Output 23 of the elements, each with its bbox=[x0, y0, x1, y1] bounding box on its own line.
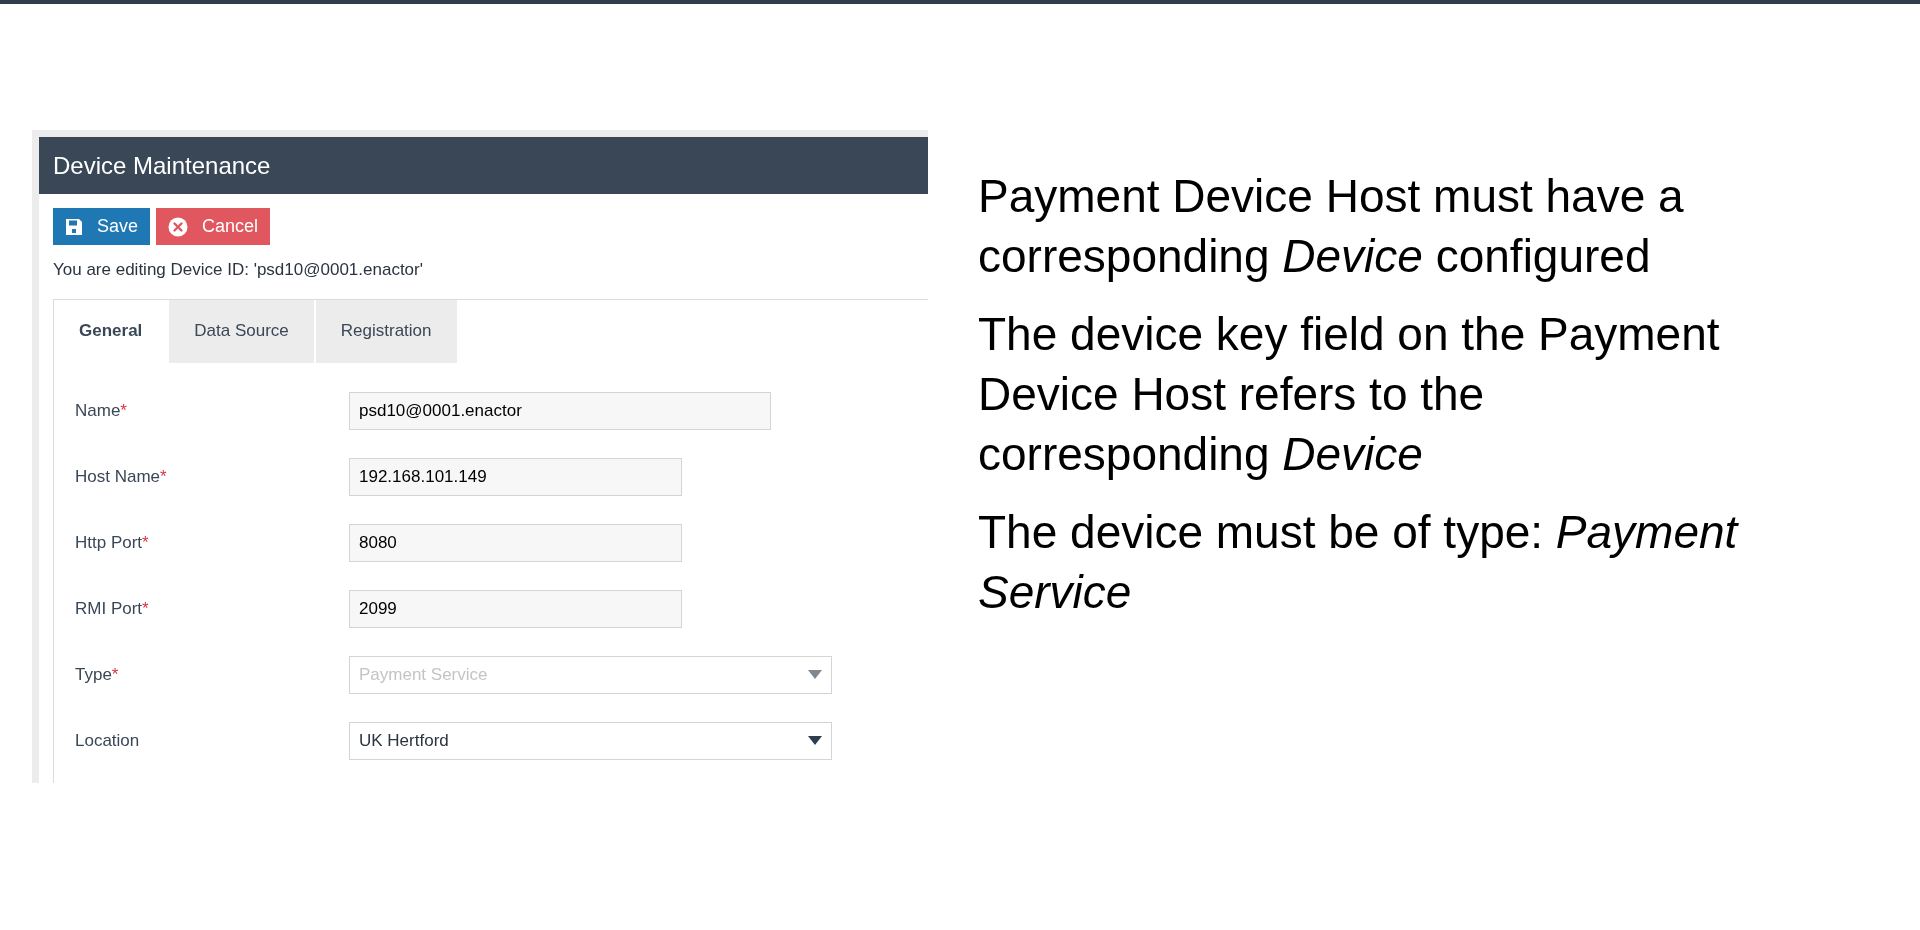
dropdown[interactable]: UK Hertford bbox=[349, 721, 832, 760]
field-label: Type* bbox=[75, 663, 120, 686]
dropdown-caret-icon bbox=[808, 670, 822, 679]
slide-text: The device key field on the Payment Device Host refers to the corresponding Device bbox=[978, 307, 1721, 482]
field-label: Location bbox=[75, 729, 141, 752]
save-button[interactable]: Save bbox=[53, 208, 151, 245]
tab[interactable]: Registration bbox=[315, 299, 457, 363]
slide-text: The device must be of type: Payment Service bbox=[978, 505, 1740, 620]
field-label: Http Port* bbox=[75, 531, 150, 554]
dropdown-caret-icon bbox=[808, 736, 822, 745]
slide-text: Payment Device Host must have a corresponding Device configured bbox=[978, 169, 1685, 284]
cancel-button[interactable]: Cancel bbox=[156, 208, 271, 245]
input-field[interactable]: 8080 bbox=[349, 523, 682, 562]
panel-title: Device Maintenance bbox=[53, 150, 271, 181]
tab[interactable]: Data Source bbox=[169, 299, 314, 363]
field-label: RMI Port* bbox=[75, 597, 150, 620]
input-field[interactable]: 2099 bbox=[349, 589, 682, 628]
input-field[interactable]: 192.168.101.149 bbox=[349, 457, 682, 496]
close-icon bbox=[168, 216, 189, 237]
input-field[interactable]: psd10@0001.enactor bbox=[349, 391, 771, 430]
field-label: Host Name* bbox=[75, 465, 168, 488]
editing-note: You are editing Device ID: 'psd10@0001.enactor' bbox=[53, 259, 423, 281]
field-label: Name* bbox=[75, 399, 128, 422]
